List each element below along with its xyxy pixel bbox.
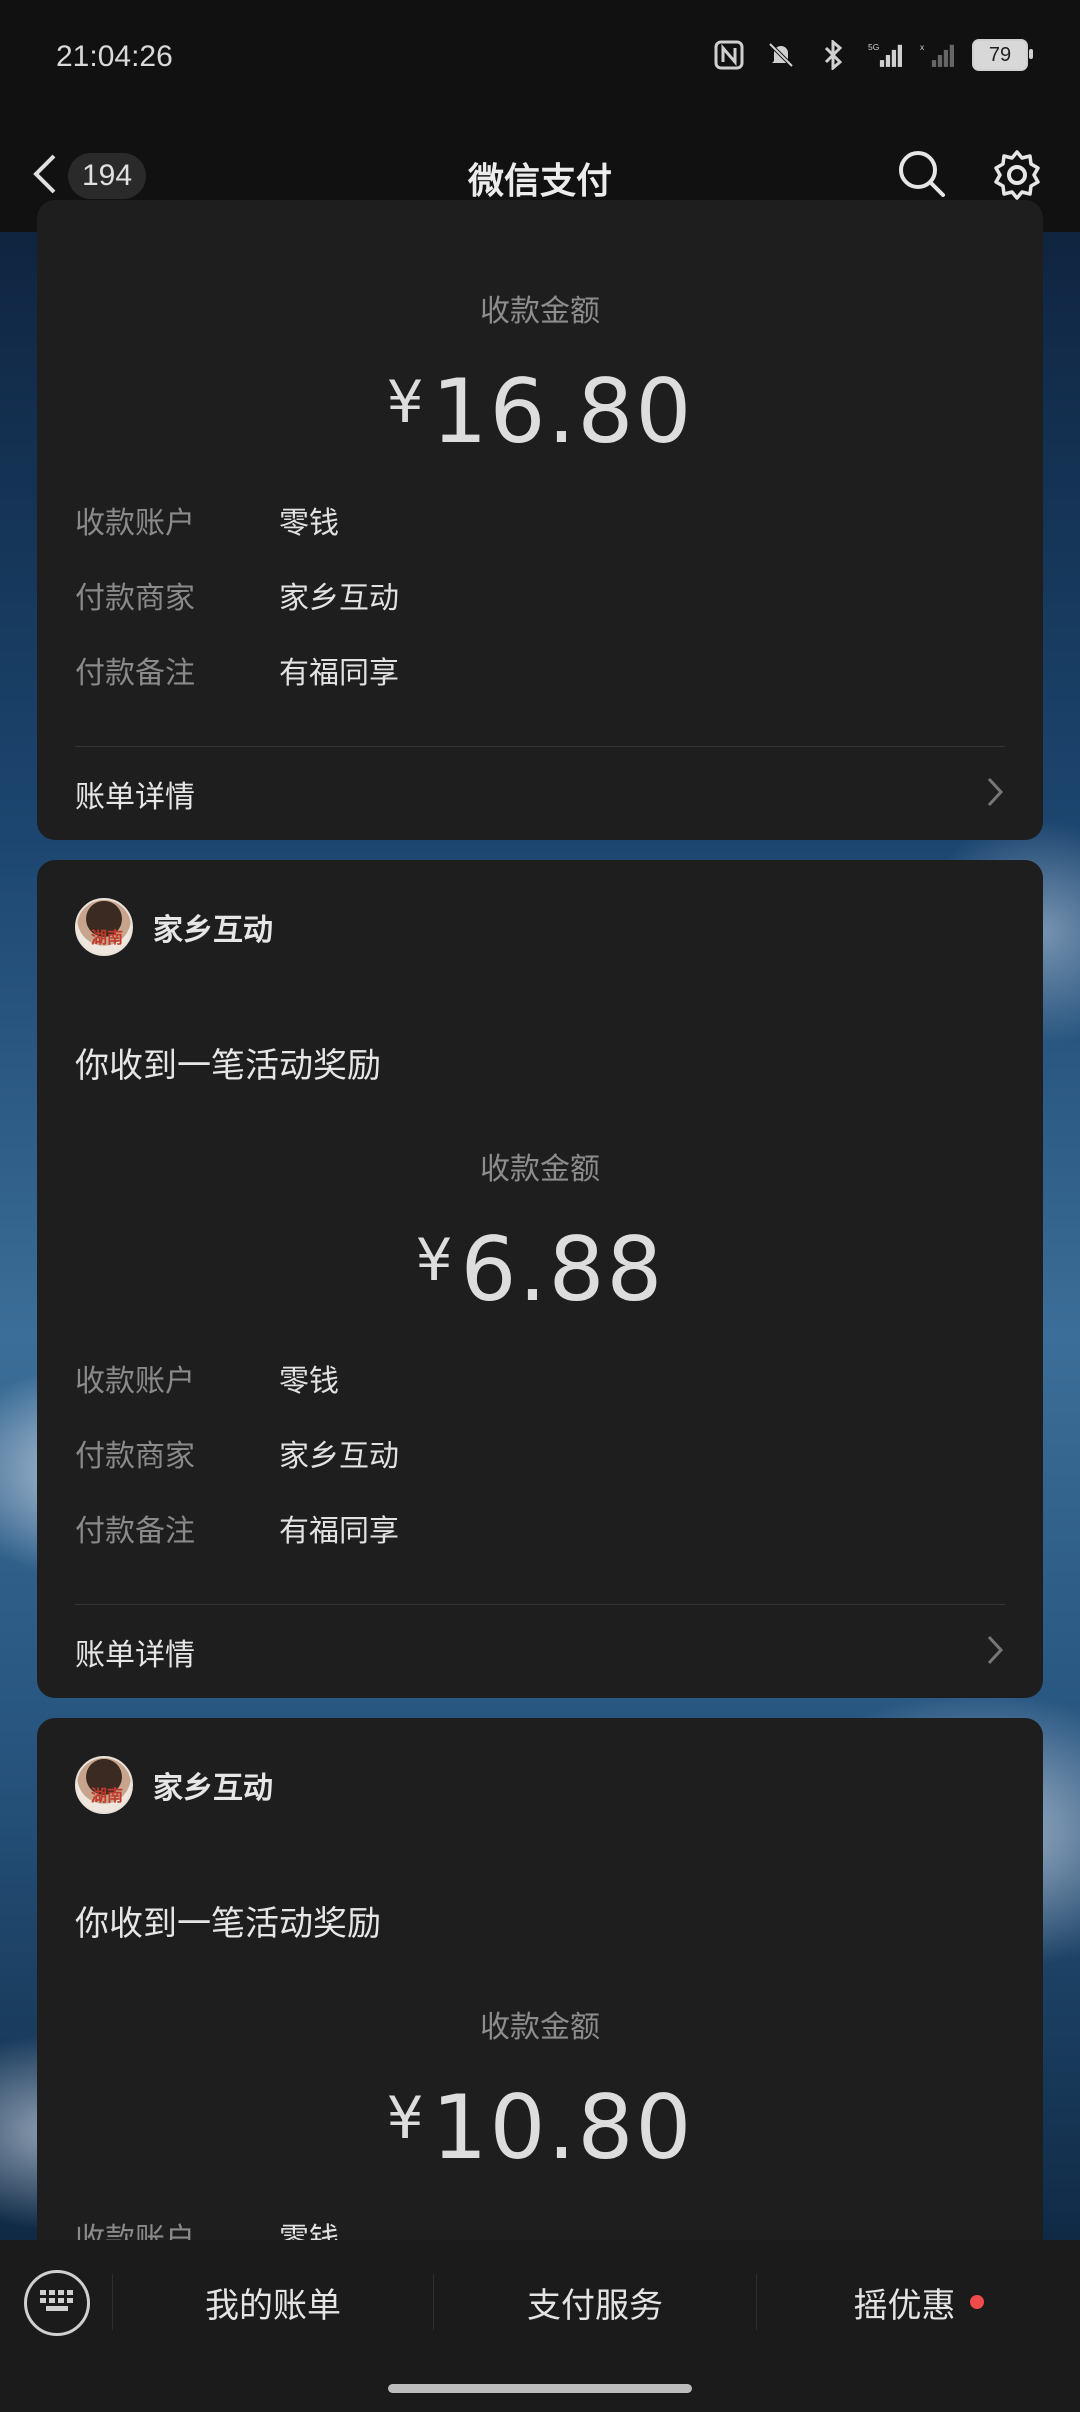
signal-weak-icon: x — [920, 38, 954, 72]
payment-card: 湖南 家乡互动 你收到一笔活动奖励 收款金额 ¥6.88 收款账户 零钱 付款商家… — [37, 860, 1043, 1698]
bluetooth-icon — [816, 38, 850, 72]
amount-number: 16.80 — [431, 360, 694, 463]
tab-label: 摇优惠 — [853, 2285, 956, 2326]
home-indicator[interactable] — [388, 2384, 692, 2393]
payment-card: 收款金额 ¥16.80 收款账户 零钱 付款商家 家乡互动 付款备注 有福同享 账单详… — [37, 200, 1043, 840]
keyboard-icon — [38, 2288, 76, 2318]
payment-card: 湖南 家乡互动 你收到一笔活动奖励 收款金额 ¥10.80 收款账户零钱 — [37, 1718, 1043, 2278]
divider — [75, 1604, 1005, 1605]
amount-label: 收款金额 — [480, 1152, 600, 1187]
keyboard-toggle-button[interactable] — [24, 2270, 90, 2336]
tab-shake-deals[interactable]: 摇优惠 — [757, 2268, 1080, 2336]
info-row: 付款商家 家乡互动 — [75, 1439, 399, 1474]
info-row: 付款备注 有福同享 — [75, 656, 399, 691]
status-bar: 21:04:26 5G x 79 — [0, 0, 1080, 130]
amount-label: 收款金额 — [480, 2010, 600, 2045]
settings-button[interactable] — [990, 148, 1044, 206]
avatar: 湖南 — [75, 898, 133, 956]
merchant-row[interactable]: 湖南 家乡互动 — [75, 898, 273, 956]
info-row: 收款账户零钱 — [75, 506, 339, 541]
tab-my-bills[interactable]: 我的账单 — [113, 2268, 433, 2336]
card-heading: 你收到一笔活动奖励 — [75, 1904, 381, 1944]
signal-5g-icon: 5G — [868, 38, 902, 72]
tab-pay-services[interactable]: 支付服务 — [434, 2268, 756, 2336]
status-time: 21:04:26 — [56, 40, 173, 73]
merchant-name: 家乡互动 — [153, 913, 273, 948]
chevron-right-icon — [985, 1633, 1005, 1671]
svg-text:x: x — [920, 42, 925, 52]
card-heading: 你收到一笔活动奖励 — [75, 1046, 381, 1086]
divider — [75, 746, 1005, 747]
battery-icon: 79 — [972, 39, 1033, 71]
chevron-right-icon — [985, 775, 1005, 813]
amount-value: ¥10.80 — [37, 2076, 1043, 2179]
merchant-row[interactable]: 湖南 家乡互动 — [75, 1756, 273, 1814]
search-button[interactable] — [896, 148, 948, 204]
currency-symbol: ¥ — [386, 368, 426, 436]
amount-number: 6.88 — [460, 1218, 665, 1321]
bill-detail-link[interactable]: 账单详情 — [75, 772, 1005, 816]
info-row: 付款备注 有福同享 — [75, 1514, 399, 1549]
currency-symbol: ¥ — [386, 2084, 426, 2152]
svg-text:5G: 5G — [868, 42, 879, 52]
currency-symbol: ¥ — [415, 1226, 455, 1294]
amount-number: 10.80 — [431, 2076, 694, 2179]
bill-detail-link[interactable]: 账单详情 — [75, 1630, 1005, 1674]
info-row: 付款商家 家乡互动 — [75, 581, 399, 616]
info-row: 收款账户零钱 — [75, 1364, 339, 1399]
notification-dot — [969, 2295, 984, 2309]
amount-value: ¥16.80 — [37, 360, 1043, 463]
mute-bell-icon — [764, 38, 798, 72]
merchant-name: 家乡互动 — [153, 1771, 273, 1806]
avatar: 湖南 — [75, 1756, 133, 1814]
nfc-icon — [712, 38, 746, 72]
amount-label: 收款金额 — [480, 294, 600, 329]
status-icons: 5G x 79 — [712, 38, 1033, 72]
amount-value: ¥6.88 — [37, 1218, 1043, 1321]
